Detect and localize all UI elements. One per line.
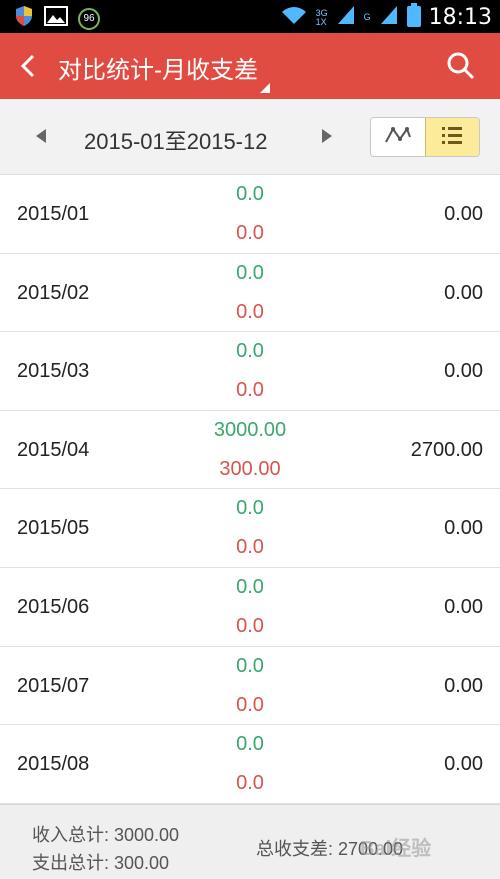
difference-value: 0.00 xyxy=(444,281,483,304)
difference-value: 0.00 xyxy=(444,360,483,383)
date-range-label[interactable]: 2015-01至2015-12 xyxy=(84,124,267,156)
expense-value: 0.0 xyxy=(236,536,264,559)
income-value: 3000.00 xyxy=(213,418,287,441)
list-view-button[interactable] xyxy=(424,118,479,156)
expense-total: 支出总计: 300.00 xyxy=(32,853,170,873)
month-label: 2015/03 xyxy=(17,360,90,383)
list-item[interactable]: 2015/07 0.0 0.0 0.00 xyxy=(0,646,500,726)
list-item[interactable]: 2015/03 0.0 0.0 0.00 xyxy=(0,332,500,411)
chart-icon xyxy=(383,125,413,150)
network-type: 3G 1X xyxy=(315,8,328,27)
list-icon xyxy=(440,125,464,150)
signal-icon xyxy=(379,4,399,31)
network-bottom-label: 1X xyxy=(315,16,327,27)
difference-value: 0.00 xyxy=(444,753,483,776)
month-label: 2015/07 xyxy=(17,674,90,697)
month-label: 2015/08 xyxy=(17,753,90,776)
search-icon[interactable] xyxy=(446,51,476,81)
income-value: 0.0 xyxy=(236,261,264,284)
expense-value: 0.0 xyxy=(236,222,264,244)
income-value: 0.0 xyxy=(236,183,264,205)
list-item[interactable]: 2015/05 0.0 0.0 0.00 xyxy=(0,489,500,568)
difference-value: 2700.00 xyxy=(410,438,483,461)
chart-view-button[interactable] xyxy=(371,118,425,156)
income-value: 0.0 xyxy=(236,733,264,756)
difference-value: 0.00 xyxy=(444,203,483,225)
list-item[interactable]: 2015/08 0.0 0.0 0.00 xyxy=(0,725,500,804)
difference-value: 0.00 xyxy=(444,517,483,540)
income-total: 收入总计: 3000.00 xyxy=(32,825,180,845)
list-item[interactable]: 2015/04 3000.00 300.00 2700.00 xyxy=(0,410,500,490)
month-label: 2015/05 xyxy=(17,517,90,540)
watermark-logo: Bai经验 xyxy=(360,838,432,860)
income-value: 0.0 xyxy=(236,497,264,520)
income-value: 0.0 xyxy=(236,654,264,677)
expense-value: 300.00 xyxy=(219,457,281,480)
list-item[interactable]: 2015/02 0.0 0.0 0.00 xyxy=(0,253,500,333)
expense-value: 0.0 xyxy=(236,379,264,402)
previous-range-icon[interactable] xyxy=(36,129,46,143)
shield-icon xyxy=(14,5,34,32)
signal-icon xyxy=(336,4,356,31)
next-range-icon[interactable] xyxy=(322,129,332,143)
view-mode-toggle xyxy=(370,117,480,157)
expense-value: 0.0 xyxy=(236,300,264,323)
expense-value: 0.0 xyxy=(236,614,264,637)
month-label: 2015/04 xyxy=(17,438,90,461)
date-range-bar: 2015-01至2015-12 xyxy=(0,99,500,175)
difference-value: 0.00 xyxy=(444,595,483,618)
month-label: 2015/02 xyxy=(17,281,90,304)
dropdown-caret-icon[interactable] xyxy=(260,83,270,93)
wifi-icon xyxy=(280,4,308,31)
month-label: 2015/06 xyxy=(17,595,90,618)
list-item[interactable]: 2015/01 0.0 0.0 0.00 xyxy=(0,175,500,254)
income-value: 0.0 xyxy=(236,575,264,598)
network-g-label: G xyxy=(363,12,371,22)
image-icon xyxy=(44,6,68,31)
monthly-list: 2015/01 0.0 0.0 0.00 2015/02 0.0 0.0 0.0… xyxy=(0,175,500,804)
month-label: 2015/01 xyxy=(17,203,90,225)
income-value: 0.0 xyxy=(236,340,264,363)
expense-value: 0.0 xyxy=(236,772,264,795)
page-title[interactable]: 对比统计-月收支差 xyxy=(58,50,258,85)
battery-icon xyxy=(406,3,421,32)
expense-value: 0.0 xyxy=(236,693,264,716)
difference-value: 0.00 xyxy=(444,674,483,697)
clock: 18:13 xyxy=(428,5,492,30)
list-item[interactable]: 2015/06 0.0 0.0 0.00 xyxy=(0,567,500,647)
status-bar: 96 3G 1X G 18:13 xyxy=(0,0,500,33)
battery-badge-icon: 96 xyxy=(78,7,100,30)
chevron-left-icon[interactable] xyxy=(16,53,42,79)
app-bar: 对比统计-月收支差 xyxy=(0,33,500,99)
